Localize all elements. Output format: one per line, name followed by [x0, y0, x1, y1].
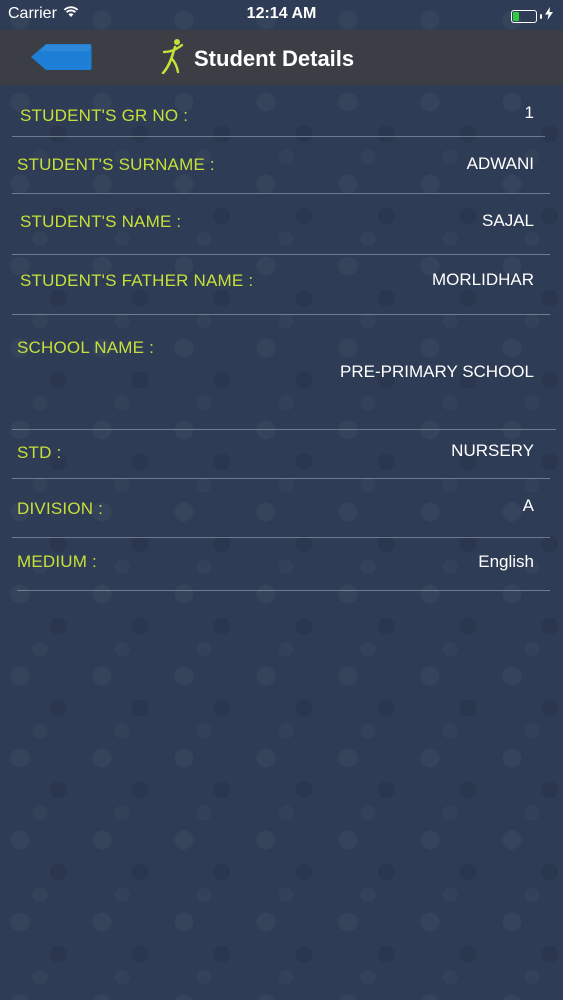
surname-value: ADWANI	[466, 154, 534, 173]
nav-title-group: Student Details	[160, 38, 354, 79]
student-details-screen: Carrier 12:14 AM Student Details STUDENT…	[0, 0, 563, 1000]
charging-bolt-icon	[545, 7, 553, 25]
father-name-value: MORLIDHAR	[431, 270, 534, 289]
name-value: SAJAL	[482, 211, 534, 230]
divider	[12, 136, 545, 137]
navigation-bar: Student Details	[0, 30, 563, 85]
divider	[12, 254, 550, 255]
gr-no-label: STUDENT'S GR NO :	[20, 106, 189, 125]
status-time: 12:14 AM	[246, 5, 317, 22]
division-label: DIVISION :	[17, 499, 104, 518]
divider	[12, 429, 556, 430]
school-name-value: PRE-PRIMARY SCHOOL	[340, 362, 534, 381]
gr-no-value: 1	[524, 103, 534, 122]
divider	[12, 478, 550, 479]
name-label: STUDENT'S NAME :	[20, 212, 182, 231]
battery-nub	[540, 13, 542, 19]
divider	[17, 590, 550, 591]
app-logo-icon	[160, 38, 186, 79]
back-button[interactable]	[30, 43, 92, 71]
school-name-label: SCHOOL NAME :	[17, 338, 155, 357]
father-name-label: STUDENT'S FATHER NAME :	[20, 271, 254, 290]
std-value: NURSERY	[451, 441, 534, 460]
battery-indicator	[511, 7, 553, 25]
status-bar: Carrier 12:14 AM	[0, 0, 563, 30]
battery-icon	[511, 9, 537, 23]
battery-level	[513, 11, 519, 21]
division-value: A	[522, 496, 534, 515]
divider	[12, 314, 550, 315]
divider	[12, 193, 550, 194]
page-title: Student Details	[194, 45, 355, 71]
medium-label: MEDIUM :	[17, 552, 97, 571]
std-label: STD :	[17, 443, 62, 462]
surname-label: STUDENT'S SURNAME :	[17, 155, 215, 174]
divider	[12, 537, 550, 538]
back-arrow-icon	[31, 44, 92, 70]
medium-value: English	[478, 552, 534, 571]
